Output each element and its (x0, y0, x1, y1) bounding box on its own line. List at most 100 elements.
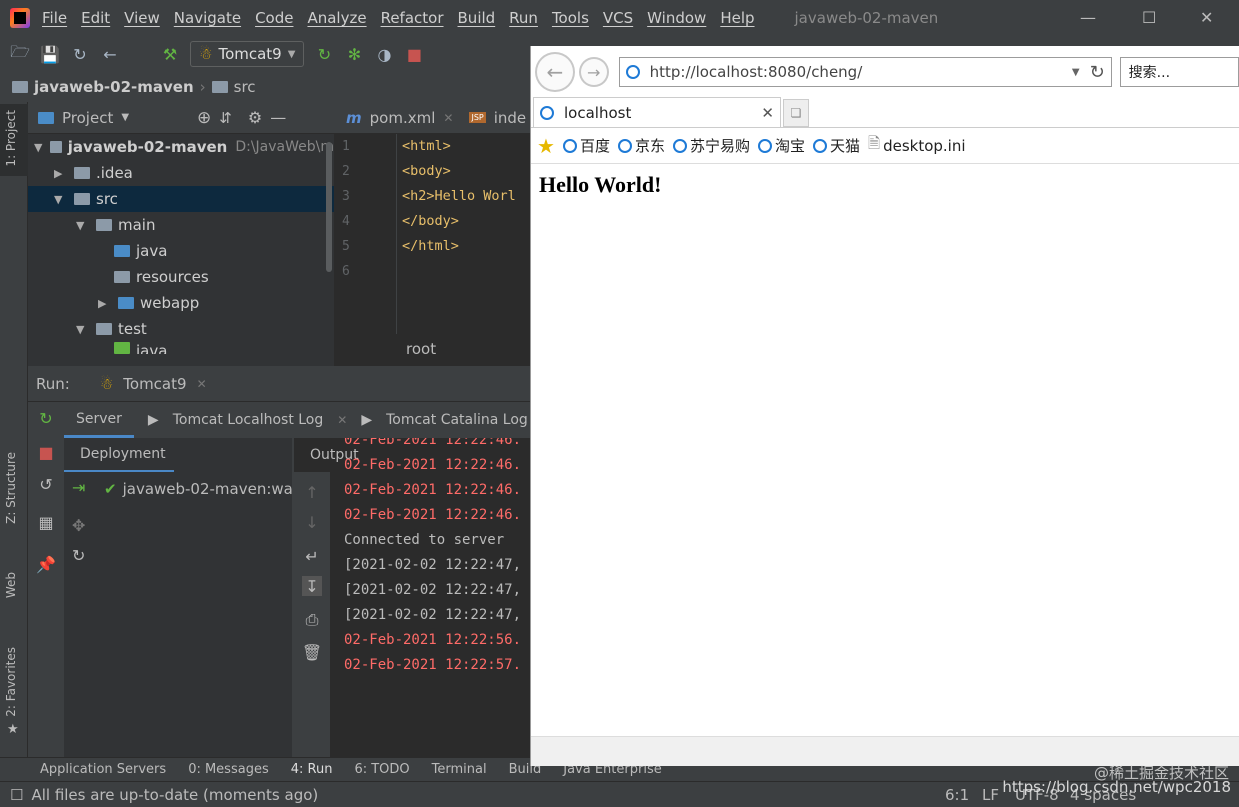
locate-target-icon[interactable]: ⊕ (197, 108, 211, 128)
tree-item-test-java[interactable]: java (28, 342, 334, 354)
tree-item-test[interactable]: ▼ test (28, 316, 334, 342)
expand-arrow-icon[interactable]: ▼ (76, 219, 90, 232)
layout-icon[interactable]: ▦ (36, 512, 56, 532)
move-icon[interactable]: ✥ (72, 516, 85, 535)
tab-server[interactable]: Server (64, 403, 134, 438)
caret-position[interactable]: 6:1 (945, 786, 969, 804)
tab-catalina-log[interactable]: Tomcat Catalina Log (386, 412, 528, 428)
favorite-suning[interactable]: 苏宁易购 (672, 135, 750, 156)
tab-terminal[interactable]: Terminal (432, 762, 487, 777)
favorite-desktop-ini[interactable]: 🗎 desktop.ini (868, 133, 966, 158)
menu-tools[interactable]: Tools (552, 9, 589, 27)
menu-code[interactable]: Code (255, 9, 293, 27)
debug-bug-icon[interactable]: ✻ (344, 44, 364, 64)
open-folder-icon[interactable]: 🗁 (10, 42, 30, 64)
tree-item-project-root[interactable]: ▼ javaweb-02-maven D:\JavaWeb\m (28, 134, 334, 160)
redeploy-icon[interactable]: ↻ (72, 546, 85, 565)
coverage-icon[interactable]: ◑ (374, 44, 394, 64)
tab-localhost-log[interactable]: Tomcat Localhost Log (173, 412, 324, 428)
menu-refactor[interactable]: Refactor (381, 9, 444, 27)
refresh-icon[interactable]: ↻ (1090, 62, 1105, 83)
expand-arrow-icon[interactable]: ▼ (54, 193, 68, 206)
line-separator[interactable]: LF (982, 786, 999, 804)
log-output[interactable]: 02-Feb-2021 12:22:46. 02-Feb-2021 12:22:… (294, 438, 521, 678)
menu-build[interactable]: Build (458, 9, 496, 27)
back-button[interactable]: ← (535, 52, 575, 92)
favorite-jd[interactable]: 京东 (617, 135, 665, 156)
close-tab-icon[interactable]: ✕ (443, 111, 453, 125)
menu-edit[interactable]: Edit (81, 9, 110, 27)
deployment-header[interactable]: Deployment (64, 438, 174, 472)
close-tab-icon[interactable]: ✕ (197, 377, 207, 391)
tree-item-idea[interactable]: ▶ .idea (28, 160, 334, 186)
sync-icon[interactable]: ↻ (70, 44, 90, 64)
scrollbar[interactable] (326, 142, 332, 272)
stop-icon[interactable]: ■ (36, 442, 56, 462)
tab-application-servers[interactable]: Application Servers (40, 762, 166, 777)
browser-tab[interactable]: localhost ✕ (533, 97, 781, 127)
menu-view[interactable]: View (124, 9, 160, 27)
breadcrumb-folder[interactable]: src (234, 78, 256, 96)
favorites-star-icon[interactable]: ★ (537, 134, 555, 158)
run-config-tab[interactable]: Tomcat9 (123, 375, 186, 393)
code-content[interactable]: <html> <body> <h2>Hello Worl </body> </h… (402, 134, 516, 284)
menu-vcs[interactable]: VCS (603, 9, 633, 27)
favorite-taobao[interactable]: 淘宝 (757, 135, 805, 156)
code-editor[interactable]: m pom.xml ✕ JSP inde 1 2 3 4 5 6 <html> … (334, 102, 530, 366)
expand-arrow-icon[interactable]: ▼ (34, 141, 44, 154)
rerun-icon[interactable]: ↻ (36, 408, 56, 428)
menu-analyze[interactable]: Analyze (307, 9, 366, 27)
chevron-down-icon[interactable]: ▼ (1072, 67, 1080, 78)
refresh-icon[interactable]: ↺ (36, 474, 56, 494)
deploy-icon[interactable]: ⇥ (72, 478, 85, 497)
build-hammer-icon[interactable]: ⚒ (160, 44, 180, 64)
minimize-icon[interactable]: — (1080, 8, 1096, 27)
close-icon[interactable]: ✕ (1200, 8, 1213, 27)
tab-structure[interactable]: Z: Structure (4, 452, 18, 524)
close-tab-icon[interactable]: ✕ (761, 104, 774, 122)
save-icon[interactable]: 💾 (40, 44, 60, 64)
pin-icon[interactable]: 📌 (36, 554, 56, 574)
new-tab-button[interactable]: ❏ (783, 99, 809, 127)
collapse-all-icon[interactable]: ⇵ (219, 109, 232, 127)
tab-messages[interactable]: 0: Messages (188, 762, 269, 777)
menu-help[interactable]: Help (720, 9, 754, 27)
address-bar[interactable]: http://localhost:8080/cheng/ ▼ ↻ (618, 57, 1112, 87)
run-config-dropdown[interactable]: ☃ Tomcat9 ▼ (190, 41, 305, 67)
rerun-icon[interactable]: ↻ (314, 44, 334, 64)
expand-arrow-icon[interactable]: ▶ (98, 297, 112, 310)
editor-tab-pom[interactable]: pom.xml (370, 109, 436, 127)
tab-todo[interactable]: 6: TODO (354, 762, 409, 777)
expand-arrow-icon[interactable]: ▼ (76, 323, 90, 336)
tab-run[interactable]: 4: Run (291, 762, 333, 777)
project-panel-title[interactable]: Project (62, 109, 113, 127)
favorite-tmall[interactable]: 天猫 (813, 135, 860, 156)
tree-item-resources[interactable]: resources (28, 264, 334, 290)
menu-run[interactable]: Run (509, 9, 538, 27)
close-tab-icon[interactable]: ✕ (337, 413, 347, 427)
search-input[interactable]: 搜索... (1119, 57, 1239, 87)
expand-arrow-icon[interactable]: ▶ (54, 167, 68, 180)
gear-icon[interactable]: ⚙ (248, 108, 262, 127)
tree-item-src[interactable]: ▼ src (28, 186, 334, 212)
editor-breadcrumb[interactable]: root (406, 340, 436, 358)
back-arrow-icon[interactable]: ← (100, 44, 120, 64)
tree-item-webapp[interactable]: ▶ webapp (28, 290, 334, 316)
maximize-icon[interactable]: ☐ (1142, 8, 1156, 27)
favorite-baidu[interactable]: 百度 (562, 135, 610, 156)
chevron-down-icon[interactable]: ▼ (121, 112, 129, 123)
tree-item-java[interactable]: java (28, 238, 334, 264)
tab-web[interactable]: Web (4, 572, 18, 598)
stop-icon[interactable]: ■ (404, 44, 424, 64)
menu-file[interactable]: File (42, 9, 67, 27)
url-text[interactable]: http://localhost:8080/cheng/ (650, 63, 1062, 81)
menu-navigate[interactable]: Navigate (174, 9, 241, 27)
status-toggle-icon[interactable]: ☐ (10, 786, 23, 804)
tab-favorites[interactable]: 2: Favorites (4, 647, 18, 717)
editor-tab-index[interactable]: inde (494, 109, 526, 127)
forward-button[interactable]: → (578, 57, 609, 87)
tab-project[interactable]: 1: Project (4, 110, 18, 167)
deployment-item[interactable]: ✔ javaweb-02-maven:war (104, 480, 299, 498)
breadcrumb-project[interactable]: javaweb-02-maven (34, 78, 194, 96)
tree-item-main[interactable]: ▼ main (28, 212, 334, 238)
